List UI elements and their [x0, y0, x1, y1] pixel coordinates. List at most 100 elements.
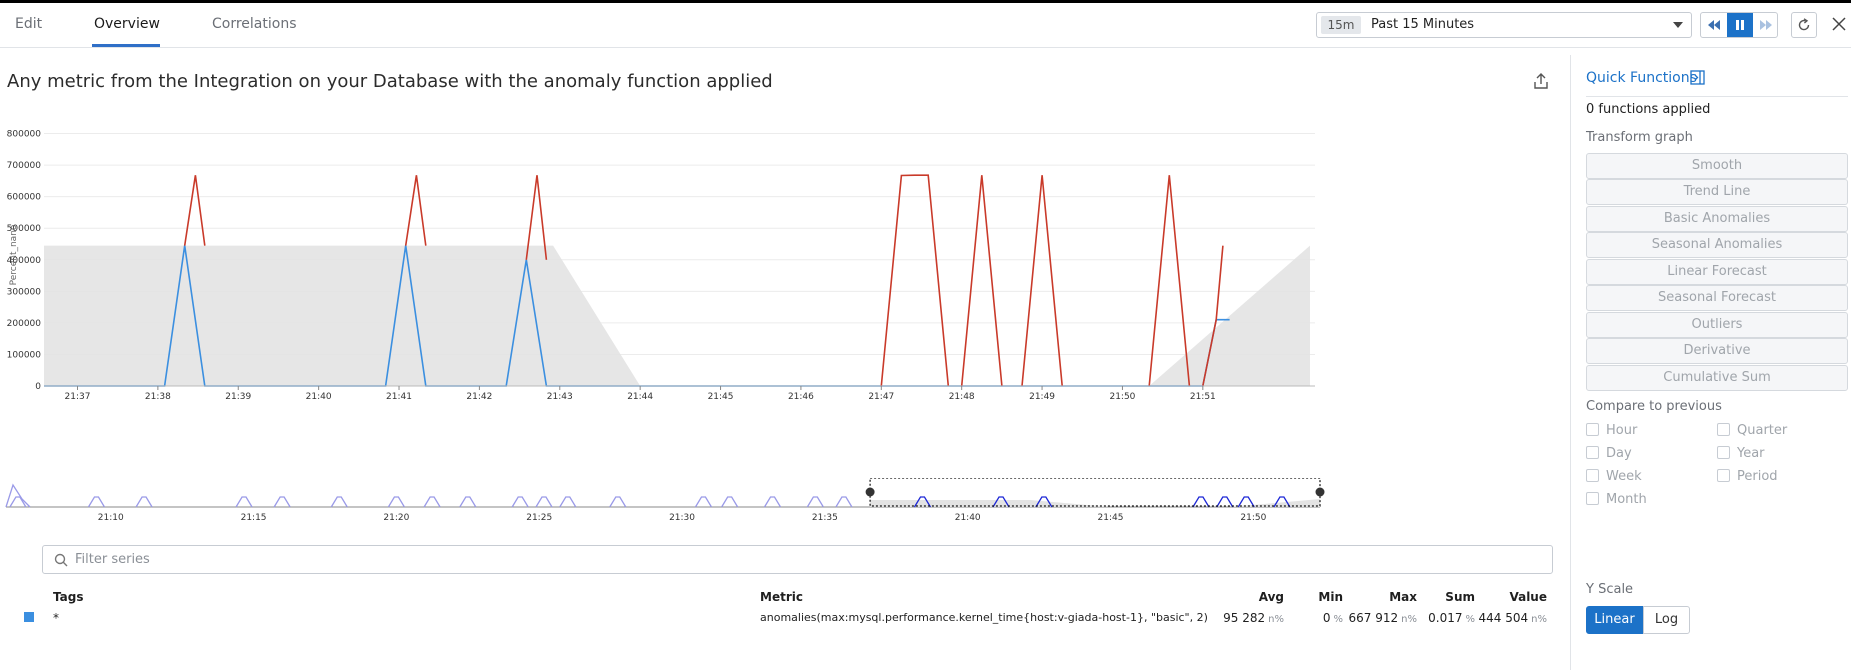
x-tick-label: 21:48	[949, 392, 975, 402]
tab-edit[interactable]: Edit	[15, 16, 42, 32]
timeseries-chart[interactable]: 0100000200000300000400000500000600000700…	[0, 110, 1560, 480]
max-value: 667 912	[1348, 611, 1399, 625]
export-button[interactable]	[1532, 72, 1550, 90]
navigator-spike	[330, 496, 348, 508]
seasonal-anomalies-button[interactable]: Seasonal Anomalies	[1586, 232, 1848, 258]
pause-icon	[1736, 20, 1744, 30]
compare-day-checkbox[interactable]: Day	[1586, 446, 1632, 461]
x-tick-label: 21:46	[788, 392, 814, 402]
checkbox-box[interactable]	[1586, 423, 1599, 436]
navigator-tick-label: 21:45	[1098, 513, 1124, 523]
legend-header-avg[interactable]: Avg	[1224, 590, 1284, 604]
export-icon	[1534, 73, 1548, 89]
y-axis-label: Percent_nano	[9, 224, 19, 285]
basic-anomalies-button[interactable]: Basic Anomalies	[1586, 206, 1848, 232]
tab-correlations[interactable]: Correlations	[212, 16, 297, 32]
compare-to-previous-label: Compare to previous	[1586, 399, 1722, 414]
compare-quarter-checkbox[interactable]: Quarter	[1717, 423, 1787, 438]
y-tick-label: 800000	[7, 130, 42, 140]
y-scale-toggle: Linear Log	[1586, 606, 1690, 634]
y-tick-label: 200000	[7, 319, 42, 329]
navigator-spike	[135, 496, 153, 508]
legend-header-sum[interactable]: Sum	[1415, 590, 1475, 604]
checkbox-box[interactable]	[1717, 446, 1730, 459]
linear-forecast-button[interactable]: Linear Forecast	[1586, 259, 1848, 285]
compare-hour-checkbox[interactable]: Hour	[1586, 423, 1637, 438]
navigator-spike	[87, 496, 106, 508]
navigator-tick-label: 21:20	[383, 513, 409, 523]
x-tick-label: 21:47	[868, 392, 894, 402]
reset-button[interactable]	[1791, 12, 1817, 38]
compare-week-checkbox[interactable]: Week	[1586, 469, 1642, 484]
checkbox-box[interactable]	[1717, 423, 1730, 436]
timeline-navigator[interactable]: 21:10 21:15 21:20 21:25 21:30 21:35 21:40 21:45…	[0, 478, 1570, 536]
compare-year-checkbox[interactable]: Year	[1717, 446, 1765, 461]
close-icon	[1832, 17, 1846, 31]
pause-button[interactable]	[1727, 13, 1753, 37]
quick-functions-title[interactable]: Quick Functions	[1586, 70, 1697, 86]
close-button[interactable]	[1830, 15, 1848, 33]
tab-overview[interactable]: Overview	[94, 16, 160, 32]
navigator-tick-label: 21:50	[1240, 513, 1266, 523]
navigator-tick-label: 21:15	[241, 513, 267, 523]
navigator-handle-right[interactable]	[1315, 487, 1325, 497]
checkbox-box[interactable]	[1586, 492, 1599, 505]
active-tab-indicator	[92, 44, 160, 47]
checkbox-box[interactable]	[1586, 446, 1599, 459]
smooth-button[interactable]: Smooth	[1586, 153, 1848, 179]
compare-month-checkbox[interactable]: Month	[1586, 492, 1647, 507]
x-tick-label: 21:40	[306, 392, 332, 402]
outliers-button[interactable]: Outliers	[1586, 312, 1848, 338]
x-tick-label: 21:45	[708, 392, 734, 402]
playback-controls	[1700, 12, 1778, 38]
legend-header-value[interactable]: Value	[1487, 590, 1547, 604]
legend-row-value: 444 504 n%	[1460, 611, 1547, 625]
navigator-spike	[511, 496, 529, 508]
y-scale-log-button[interactable]: Log	[1643, 606, 1690, 634]
legend-header-tags[interactable]: Tags	[53, 590, 83, 604]
quick-functions-sidebar: Quick Functions 0 functions applied Tran…	[1570, 55, 1851, 670]
legend-header-min[interactable]: Min	[1285, 590, 1343, 604]
navigator-handle-left[interactable]	[865, 487, 875, 497]
time-range-picker[interactable]: 15m Past 15 Minutes	[1316, 12, 1692, 38]
checkbox-box[interactable]	[1586, 469, 1599, 482]
navigator-spike	[235, 496, 253, 508]
navigator-spike	[694, 496, 713, 508]
sidebar-divider	[1586, 96, 1848, 97]
y-scale-label: Y Scale	[1586, 582, 1634, 597]
x-tick-label: 21:38	[145, 392, 171, 402]
panel-toggle-icon[interactable]	[1690, 70, 1705, 85]
series-line-anomaly	[404, 175, 427, 246]
y-scale-linear-button[interactable]: Linear	[1586, 606, 1643, 634]
navigator-spike	[559, 496, 577, 508]
navigator-spike	[835, 496, 853, 508]
series-line-anomaly	[183, 175, 206, 246]
legend-header-max[interactable]: Max	[1357, 590, 1417, 604]
chevron-down-icon	[1673, 22, 1683, 28]
legend-header-metric[interactable]: Metric	[760, 590, 803, 604]
checkbox-box[interactable]	[1717, 469, 1730, 482]
compare-period-label: Period	[1737, 469, 1778, 484]
navigator-spike	[387, 496, 405, 508]
filter-series-input[interactable]	[75, 550, 1535, 569]
compare-period-checkbox[interactable]: Period	[1717, 469, 1778, 484]
x-tick-label: 21:51	[1190, 392, 1216, 402]
x-tick-label: 21:37	[65, 392, 91, 402]
navigator-spike	[5, 483, 31, 508]
trend-line-button[interactable]: Trend Line	[1586, 179, 1848, 205]
navigator-tick-label: 21:25	[526, 513, 552, 523]
rewind-button[interactable]	[1701, 13, 1727, 37]
series-color-swatch[interactable]	[24, 612, 34, 622]
rewind-icon	[1708, 20, 1720, 30]
derivative-button[interactable]: Derivative	[1586, 338, 1848, 364]
cumulative-sum-button[interactable]: Cumulative Sum	[1586, 365, 1848, 391]
fast-forward-button[interactable]	[1753, 13, 1777, 37]
time-range-label: Past 15 Minutes	[1371, 17, 1475, 32]
x-tick-label: 21:44	[627, 392, 653, 402]
navigator-spike	[9, 496, 27, 508]
y-tick-label: 300000	[7, 287, 42, 297]
seasonal-forecast-button[interactable]: Seasonal Forecast	[1586, 285, 1848, 311]
y-tick-label: 100000	[7, 350, 42, 360]
x-tick-label: 21:39	[225, 392, 251, 402]
compare-quarter-label: Quarter	[1737, 423, 1788, 438]
